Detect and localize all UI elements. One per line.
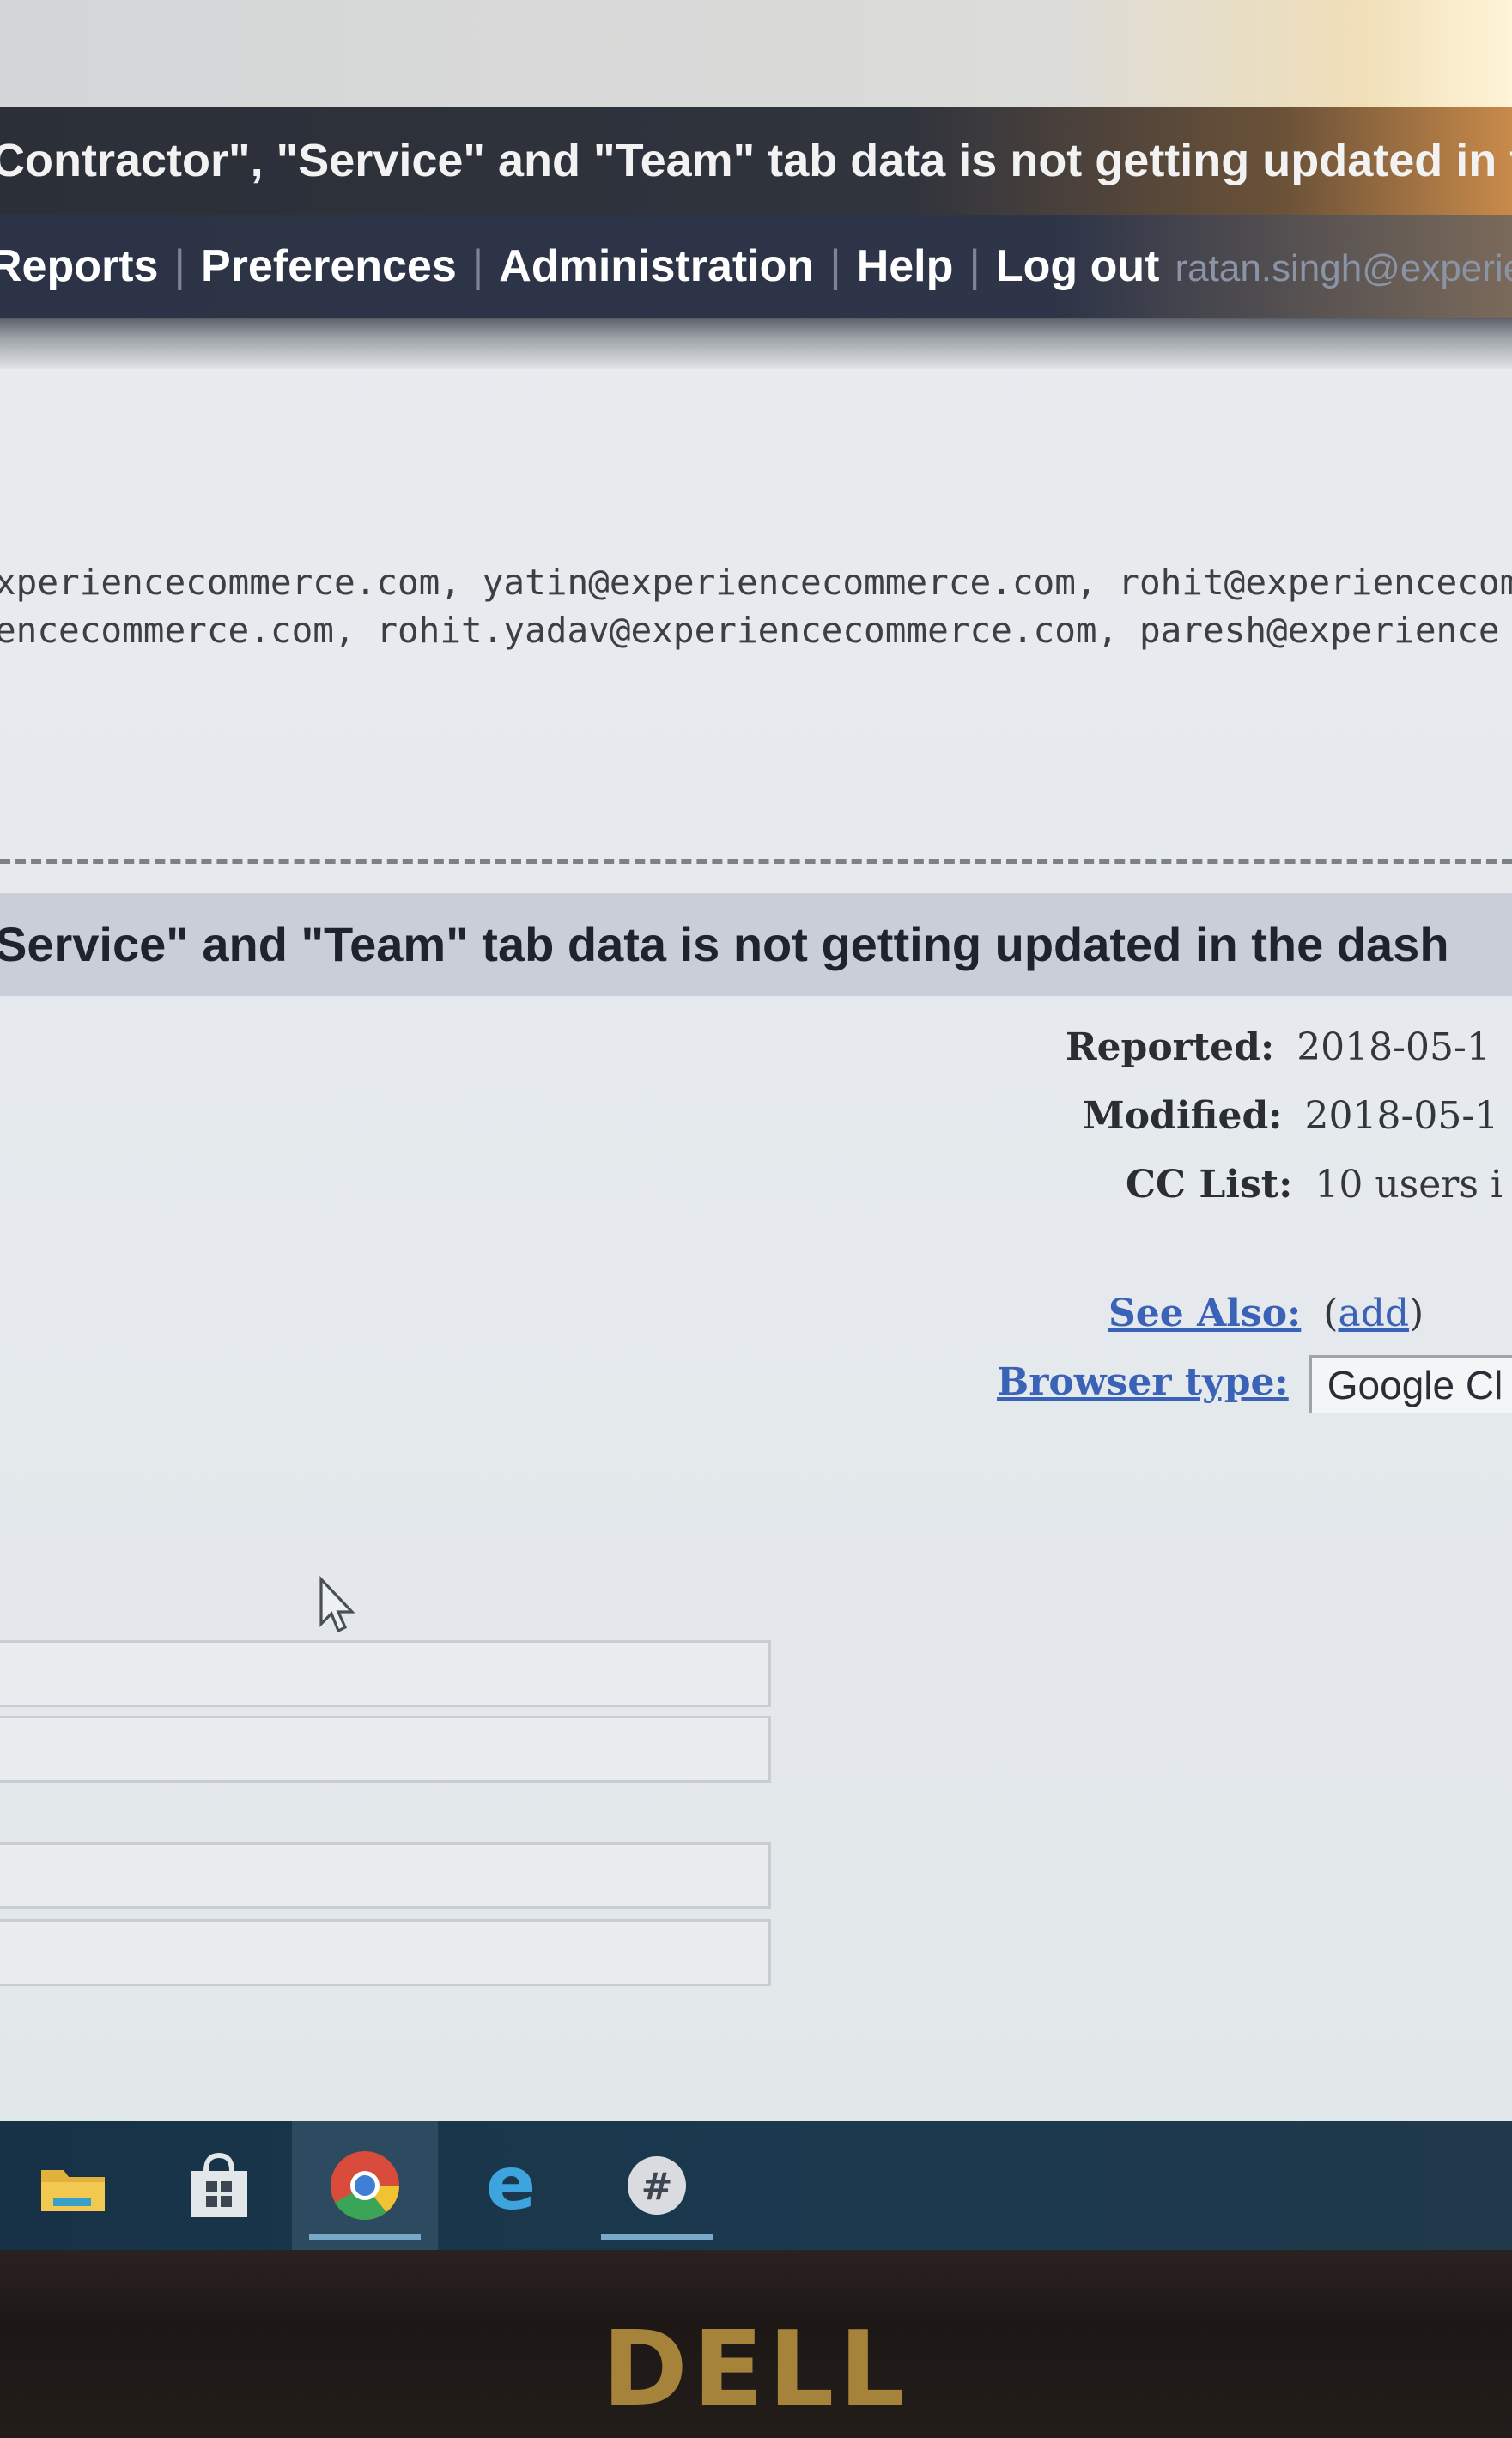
browser-chrome-strip [0, 0, 1512, 107]
cc-list-value[interactable]: 10 users i [1315, 1155, 1503, 1215]
reported-label: Reported: [1066, 1025, 1275, 1069]
main-nav: Reports | Preferences | Administration | Help |… [0, 215, 1512, 318]
nav-separator: | [173, 241, 185, 291]
nav-link-preferences[interactable]: Preferences [201, 215, 457, 318]
nav-separator: | [969, 241, 981, 291]
section-divider [0, 859, 1512, 864]
store-bag-glyph [191, 2152, 247, 2217]
modified-value: 2018-05-1 [1304, 1094, 1499, 1138]
windows-taskbar: e # [0, 2121, 1512, 2250]
nav-shadow [0, 318, 1512, 369]
slack-icon[interactable]: # [584, 2121, 730, 2250]
bug-summary-bar: Service" and "Team" tab data is not gett… [0, 893, 1512, 996]
folder-glyph [41, 2170, 105, 2211]
mouse-cursor-icon [319, 1576, 355, 1633]
text-field-2[interactable] [0, 1716, 771, 1783]
store-icon[interactable] [146, 2121, 292, 2250]
logged-in-user: ratan.singh@experiencecomme [1175, 247, 1512, 289]
see-also-add-link[interactable]: add [1338, 1292, 1409, 1335]
cc-list-label: CC List: [1126, 1163, 1293, 1207]
browser-type-select[interactable]: Google Cl [1309, 1354, 1512, 1413]
see-also-value: (add) [1323, 1284, 1424, 1344]
modified-row: Modified: 2018-05-1 [1083, 1086, 1512, 1146]
browser-screen: Contractor", "Service" and "Team" tab da… [0, 0, 1512, 2250]
browser-type-link[interactable]: Browser type: [997, 1353, 1289, 1413]
chrome-icon[interactable] [292, 2121, 438, 2250]
active-indicator [309, 2234, 421, 2240]
reported-row: Reported: 2018-05-1 [1066, 1018, 1512, 1078]
nav-link-help[interactable]: Help [857, 215, 954, 318]
cc-line: xperiencecommerce.com, yatin@experiencec… [0, 562, 1512, 603]
see-also-link[interactable]: See Also: [1108, 1284, 1301, 1344]
reported-value: 2018-05-1 [1296, 1025, 1491, 1069]
cc-email-list: xperiencecommerce.com, yatin@experiencec… [0, 558, 1512, 654]
svg-text:e: e [486, 2147, 536, 2224]
svg-text:#: # [641, 2165, 673, 2209]
edge-glyph: e [486, 2147, 536, 2224]
text-field-4[interactable] [0, 1919, 771, 1986]
edge-icon[interactable]: e [438, 2121, 584, 2250]
nav-separator: | [471, 241, 484, 291]
cc-list-row: CC List: 10 users i [1126, 1155, 1512, 1215]
page-title: Contractor", "Service" and "Team" tab da… [0, 135, 1512, 186]
see-also-close-paren: ) [1409, 1292, 1424, 1335]
nav-link-administration[interactable]: Administration [499, 215, 814, 318]
modified-label: Modified: [1083, 1094, 1283, 1138]
bug-summary: Service" and "Team" tab data is not gett… [0, 917, 1449, 971]
see-also-open-paren: ( [1323, 1292, 1339, 1335]
text-field-3[interactable] [0, 1842, 771, 1909]
text-field-1[interactable] [0, 1640, 771, 1707]
dell-logo: DELL [602, 2310, 910, 2429]
nav-separator: | [829, 241, 841, 291]
nav-link-logout[interactable]: Log out [996, 215, 1160, 318]
running-indicator [601, 2234, 713, 2240]
nav-link-reports[interactable]: Reports [0, 215, 158, 318]
file-explorer-icon[interactable] [0, 2121, 146, 2250]
page-header: Contractor", "Service" and "Team" tab da… [0, 107, 1512, 215]
see-also-row: See Also: (add) [1108, 1284, 1512, 1344]
slack-glyph: # [628, 2156, 686, 2215]
chrome-glyph [331, 2151, 399, 2221]
cc-line: encecommerce.com, rohit.yadav@experience… [0, 610, 1500, 651]
browser-type-row: Browser type: Google Cl [997, 1353, 1512, 1413]
